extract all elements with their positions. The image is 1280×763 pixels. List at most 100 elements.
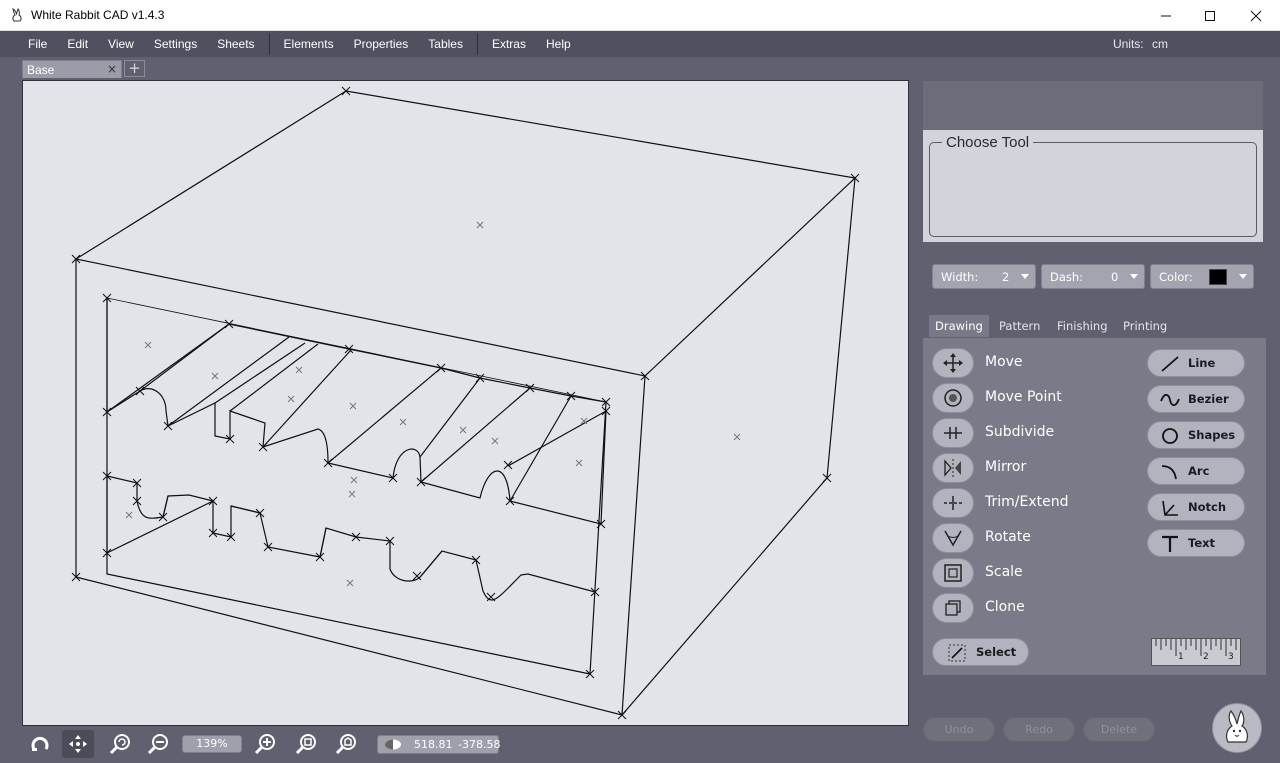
pan-icon (69, 735, 87, 753)
zoom-page-button[interactable] (330, 730, 362, 758)
color-label: Color: (1159, 270, 1193, 284)
menu-sheets[interactable]: Sheets (207, 31, 264, 57)
menu-help[interactable]: Help (536, 31, 581, 57)
tool-label: Trim/Extend (985, 494, 1069, 510)
bezier-tool-button[interactable]: Bezier (1147, 385, 1245, 413)
zoom-in-button[interactable] (249, 730, 281, 758)
magnet-icon (31, 736, 49, 751)
minimize-icon (1161, 15, 1171, 16)
dash-value: 0 (1111, 270, 1119, 284)
tab-close-icon[interactable]: × (107, 62, 117, 76)
clone-icon (932, 593, 974, 623)
zoom-out-icon (147, 734, 168, 755)
zoom-fit-icon (295, 734, 316, 755)
add-tab-button[interactable]: + (124, 60, 145, 77)
tool-label: Subdivide (985, 424, 1055, 440)
pan-button[interactable] (62, 730, 94, 758)
tab-drawing[interactable]: Drawing (929, 315, 989, 337)
zoom-fit-button[interactable] (290, 730, 322, 758)
menu-file[interactable]: File (18, 31, 57, 57)
maximize-button[interactable] (1187, 0, 1233, 31)
text-tool-button[interactable]: Text (1147, 529, 1245, 557)
close-button[interactable] (1233, 0, 1279, 31)
circle-icon (1162, 428, 1178, 444)
zoom-out-button[interactable] (142, 730, 174, 758)
arc-tool-button[interactable]: Arc (1147, 457, 1245, 485)
menu-separator (268, 33, 270, 55)
mirror-icon (932, 453, 974, 483)
tool-options: Choose Tool (923, 130, 1263, 242)
tool-label: Move (985, 354, 1023, 370)
coord-y: -378.58 (458, 738, 501, 751)
tab-finishing[interactable]: Finishing (1057, 315, 1108, 337)
zoom-refresh-button[interactable] (104, 730, 136, 758)
subdivide-icon (932, 418, 974, 448)
menu-edit[interactable]: Edit (57, 31, 98, 57)
snap-button[interactable] (24, 730, 56, 758)
dash-label: Dash: (1050, 270, 1084, 284)
tool-label: Scale (985, 564, 1023, 580)
tool-label: Clone (985, 599, 1025, 615)
coordinates-icon (385, 739, 401, 750)
units-display: Units: cm (1113, 31, 1168, 57)
color-swatch (1209, 269, 1227, 285)
tab-pattern[interactable]: Pattern (999, 315, 1040, 337)
trim-extend-icon (932, 488, 974, 518)
cursor-coordinates: 518.81 -378.58 (377, 735, 501, 754)
rabbit-app-icon (9, 7, 25, 23)
ruler-number: 1 (1178, 652, 1184, 662)
drawing-canvas[interactable] (22, 80, 909, 726)
ruler-number: 2 (1203, 652, 1209, 662)
menu-tables[interactable]: Tables (418, 31, 473, 57)
units-label: Units: (1112, 37, 1144, 51)
window-title: White Rabbit CAD v1.4.3 (31, 8, 165, 22)
close-icon (1250, 10, 1262, 21)
choose-tool-group: Choose Tool (929, 134, 1257, 237)
select-tool-button[interactable]: Select (932, 638, 1029, 666)
menu-settings[interactable]: Settings (144, 31, 207, 57)
rabbit-icon (1226, 709, 1248, 743)
choose-tool-legend: Choose Tool (946, 134, 1030, 151)
select-tool-label: Select (976, 645, 1017, 659)
zoom-page-icon (335, 734, 356, 755)
width-label: Width: (941, 270, 979, 284)
menu-properties[interactable]: Properties (344, 31, 419, 57)
arc-icon (1161, 465, 1177, 480)
width-select[interactable]: Width: 2 (932, 264, 1036, 289)
notch-tool-label: Notch (1188, 500, 1227, 514)
zoom-level[interactable]: 139% (182, 735, 242, 753)
undo-button[interactable]: Undo (923, 717, 995, 742)
cad-drawing (71, 86, 860, 720)
units-value: cm (1152, 37, 1168, 51)
notch-icon (1162, 500, 1178, 516)
ruler-number: 3 (1228, 652, 1234, 662)
bezier-icon (1160, 393, 1180, 407)
ruler-icon[interactable]: 1 2 3 (1151, 638, 1241, 666)
shapes-tool-button[interactable]: Shapes (1147, 421, 1245, 449)
shapes-tool-label: Shapes (1188, 428, 1236, 442)
chevron-down-icon (1130, 274, 1138, 279)
color-select[interactable]: Color: (1150, 264, 1254, 289)
maximize-icon (1205, 10, 1215, 21)
tab-printing[interactable]: Printing (1123, 315, 1167, 337)
sheet-tabs: Base × + (0, 57, 1280, 79)
zoom-refresh-icon (109, 734, 130, 755)
menu-elements[interactable]: Elements (274, 31, 344, 57)
line-tool-button[interactable]: Line (1147, 349, 1245, 377)
menu-view[interactable]: View (98, 31, 144, 57)
notch-tool-button[interactable]: Notch (1147, 493, 1245, 521)
text-icon (1162, 535, 1178, 552)
rabbit-menu-button[interactable] (1212, 703, 1262, 753)
panel-tabs: Drawing Pattern Finishing Printing (923, 315, 1273, 337)
menu-separator (476, 33, 478, 55)
scale-icon (932, 558, 974, 588)
redo-button[interactable]: Redo (1003, 717, 1075, 742)
text-tool-label: Text (1188, 536, 1216, 550)
delete-button[interactable]: Delete (1083, 717, 1155, 742)
dash-select[interactable]: Dash: 0 (1041, 264, 1145, 289)
tab-base[interactable]: Base × (22, 60, 122, 78)
minimize-button[interactable] (1143, 0, 1189, 31)
tab-label: Base (27, 63, 55, 77)
title-bar: White Rabbit CAD v1.4.3 (0, 0, 1280, 31)
menu-extras[interactable]: Extras (482, 31, 536, 57)
